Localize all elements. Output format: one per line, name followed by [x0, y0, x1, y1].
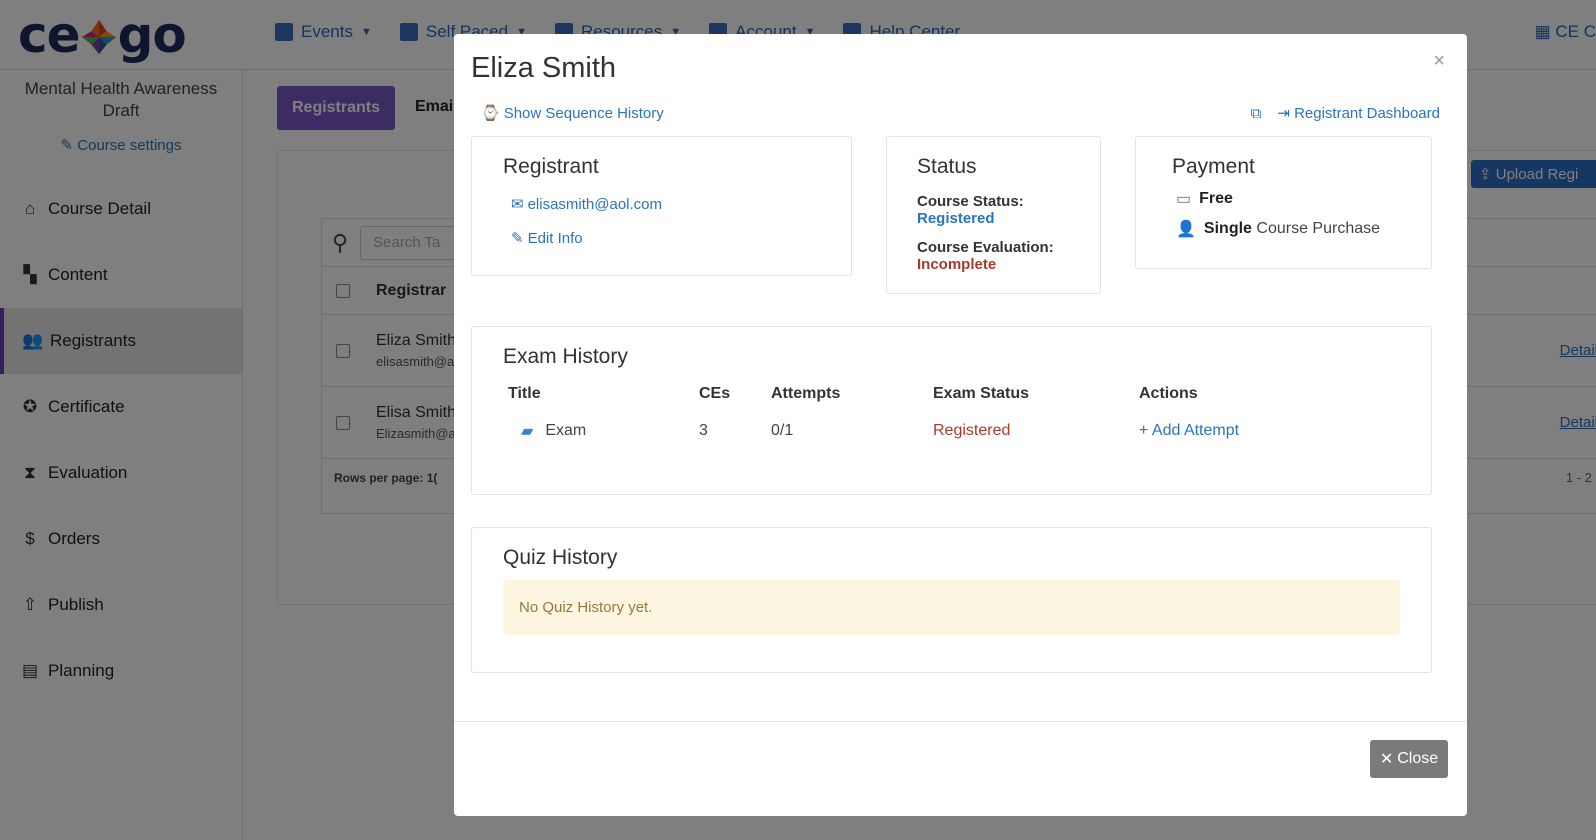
- exam-row: ▰ Exam 3 0/1 Registered + Add Attempt: [503, 421, 1400, 441]
- modal-actions: ⧉ ⇥ Registrant Dashboard: [1251, 104, 1440, 123]
- edit-info-link[interactable]: ✎ Edit Info: [503, 229, 820, 248]
- exam-attempts: 0/1: [771, 422, 794, 439]
- purchase-type: 👤 Single Course Purchase: [1172, 219, 1395, 239]
- exam-history-card: Exam History Title CEs Attempts Exam Sta…: [471, 326, 1432, 495]
- course-eval-label: Course Evaluation:: [917, 239, 1054, 256]
- copy-icon[interactable]: ⧉: [1251, 105, 1262, 122]
- exam-ces: 3: [699, 422, 708, 439]
- modal-footer: ✕ Close: [454, 721, 1467, 816]
- close-icon[interactable]: ×: [1433, 50, 1445, 73]
- add-attempt-link[interactable]: + Add Attempt: [1139, 422, 1339, 440]
- exam-title: Exam: [545, 422, 587, 439]
- column-header-exam-status: Exam Status: [933, 385, 1030, 402]
- payment-heading: Payment: [1172, 155, 1255, 178]
- close-icon: ✕: [1379, 751, 1394, 768]
- envelope-icon: ✉: [511, 196, 524, 213]
- quiz-empty-alert: No Quiz History yet.: [503, 580, 1400, 635]
- plus-icon: +: [1139, 422, 1152, 439]
- ticket-icon: ▭: [1176, 191, 1192, 208]
- purchase-type-bold: Single: [1203, 220, 1252, 237]
- exam-table-header: Title CEs Attempts Exam Status Actions: [503, 385, 1400, 403]
- history-icon: ⌚: [481, 105, 500, 122]
- course-eval-value: Incomplete: [917, 256, 997, 273]
- purchase-type-rest: Course Purchase: [1256, 220, 1381, 237]
- modal-title: Eliza Smith: [471, 52, 617, 84]
- course-evaluation: Course Evaluation: Incomplete: [917, 239, 1070, 273]
- exam-title-cell: ▰ Exam: [503, 421, 699, 441]
- registrant-heading: Registrant: [503, 155, 599, 178]
- edit-icon: ✎: [511, 230, 524, 247]
- registrant-email: elisasmith@aol.com: [527, 195, 663, 213]
- quiz-history-card: Quiz History No Quiz History yet.: [471, 527, 1432, 673]
- exam-status: Registered: [933, 422, 1011, 439]
- show-sequence-history-link[interactable]: ⌚ Show Sequence History: [481, 104, 664, 123]
- registrant-modal: Eliza Smith × ⌚ Show Sequence History ⧉ …: [454, 34, 1467, 816]
- course-status-label: Course Status:: [917, 193, 1024, 210]
- exam-history-heading: Exam History: [503, 345, 628, 368]
- column-header-attempts: Attempts: [771, 385, 841, 402]
- column-header-ces: CEs: [699, 385, 731, 402]
- course-status: Course Status: Registered: [917, 193, 1070, 227]
- status-card: Status Course Status: Registered Course …: [886, 136, 1101, 294]
- user-icon: 👤: [1176, 221, 1196, 238]
- registrant-card: Registrant ✉ elisasmith@aol.com ✎ Edit Inf…: [471, 136, 852, 276]
- registrant-dashboard-label: Registrant Dashboard: [1294, 105, 1440, 122]
- sequence-history-label: Show Sequence History: [503, 104, 664, 122]
- payment-type-value: Free: [1199, 190, 1233, 207]
- add-attempt-label: Add Attempt: [1151, 422, 1240, 439]
- close-button[interactable]: ✕ Close: [1370, 740, 1448, 778]
- close-button-label: Close: [1397, 750, 1439, 767]
- payment-type: ▭ Free: [1172, 189, 1395, 209]
- column-header-actions: Actions: [1139, 385, 1198, 402]
- status-heading: Status: [917, 155, 977, 178]
- folder-open-icon: ▰: [521, 423, 534, 440]
- registrant-dashboard-link[interactable]: ⇥ Registrant Dashboard: [1277, 104, 1440, 122]
- edit-info-label: Edit Info: [527, 229, 583, 247]
- column-header-title: Title: [508, 385, 541, 402]
- registrant-email-link[interactable]: ✉ elisasmith@aol.com: [503, 195, 820, 214]
- course-status-value: Registered: [917, 210, 995, 227]
- payment-card: Payment ▭ Free 👤 Single Course Purchase: [1135, 136, 1432, 269]
- sign-in-icon: ⇥: [1277, 105, 1295, 122]
- quiz-history-heading: Quiz History: [503, 546, 618, 569]
